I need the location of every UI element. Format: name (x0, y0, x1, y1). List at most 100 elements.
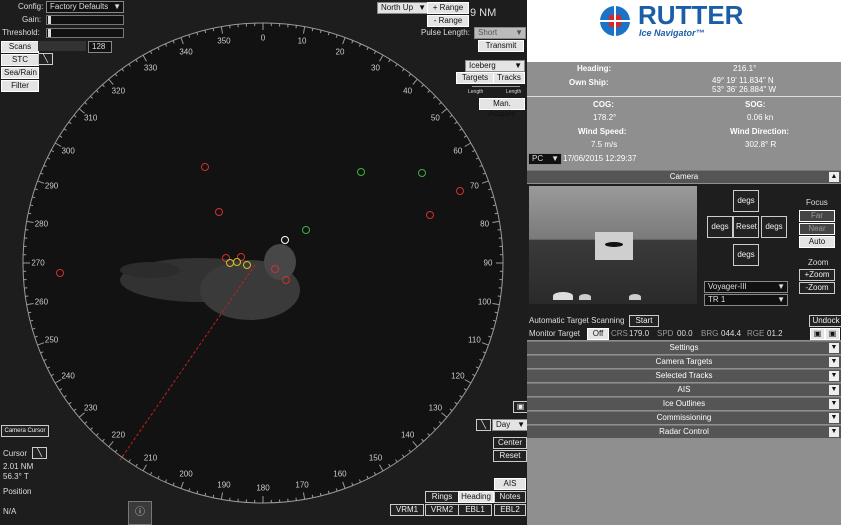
focus-auto-button[interactable]: Auto (799, 236, 835, 248)
chevron-down-icon: ▼ (515, 28, 523, 37)
tracks-button[interactable]: Tracks (493, 72, 525, 84)
pan-left-button[interactable]: degs (707, 216, 733, 238)
gain-slider[interactable] (46, 15, 124, 25)
chevron-down-icon[interactable]: ▼ (829, 371, 839, 381)
pc-dropdown[interactable]: PC ▼ (528, 153, 562, 165)
targets-button[interactable]: Targets (456, 72, 494, 84)
range-up-button[interactable]: + Range (427, 2, 469, 14)
section-header[interactable]: Settings ▼ (527, 341, 841, 354)
orientation-value: North Up (381, 3, 414, 12)
slider-thumb[interactable] (48, 16, 51, 24)
slash-icon[interactable]: ╲ (476, 419, 491, 431)
chevron-down-icon[interactable]: ▼ (829, 399, 839, 409)
monitor-toggle[interactable]: Off (587, 328, 609, 340)
threshold-slider[interactable] (46, 28, 124, 38)
section-header[interactable]: Commissioning ▼ (527, 411, 841, 424)
own-ship-lon: 53° 36' 26.884" W (712, 85, 777, 94)
man-acquire-button[interactable]: Man. Acquire (479, 98, 525, 118)
section-header[interactable]: Radar Control ▼ (527, 425, 841, 438)
bearing-tick (212, 28, 215, 32)
info-icon[interactable]: ⓘ (128, 501, 152, 525)
pan-down-button[interactable]: degs (733, 244, 759, 266)
radar-scope[interactable] (0, 0, 527, 525)
pulse-dropdown[interactable]: Short ▼ (474, 27, 526, 39)
zoom-in-button[interactable]: +Zoom (799, 269, 835, 281)
camera-section-header[interactable]: Camera ▲ (527, 170, 841, 183)
center-button[interactable]: Center (493, 437, 527, 449)
section-header[interactable]: Ice Outlines ▼ (527, 397, 841, 410)
filter-button[interactable]: Filter (1, 80, 39, 92)
bearing-tick (30, 204, 34, 207)
slash-icon[interactable]: ╲ (38, 53, 53, 65)
vrm2-button[interactable]: VRM2 (425, 504, 459, 516)
undock-button[interactable]: Undock (809, 315, 841, 327)
camera-reset-button[interactable]: Reset (733, 216, 759, 238)
focus-near-button[interactable]: Near (799, 223, 835, 235)
chevron-down-icon[interactable]: ▼ (829, 427, 839, 437)
chevron-down-icon: ▼ (418, 3, 426, 12)
config-label: Config: (18, 2, 44, 11)
radar-display[interactable]: 0 10 20 30 40 50 60 70 80 90 100 110 120 130 140 150 160… (0, 0, 527, 525)
day-dropdown[interactable]: Day ▼ (492, 419, 527, 431)
bearing-label: 280 (34, 219, 49, 229)
section-header[interactable]: Camera Targets ▼ (527, 355, 841, 368)
ebl2-button[interactable]: EBL2 (494, 504, 526, 516)
orientation-dropdown[interactable]: North Up ▼ (377, 2, 429, 14)
camera-feed[interactable] (529, 186, 697, 304)
range-down-button[interactable]: - Range (427, 15, 469, 27)
scans-button[interactable]: Scans (1, 41, 39, 53)
ais-toggle[interactable]: AIS (494, 478, 526, 490)
notes-button[interactable]: Notes (494, 491, 526, 503)
heading-value: 216.1° (733, 64, 757, 73)
transmit-button[interactable]: Transmit (478, 40, 524, 52)
chevron-down-icon[interactable]: ▼ (829, 413, 839, 423)
sea-rain-button[interactable]: Sea/Rain (1, 67, 39, 79)
expand-icon[interactable]: ▣ (825, 328, 840, 340)
slash-icon[interactable]: ╲ (32, 447, 47, 459)
camera-select-dropdown[interactable]: Voyager-III ▼ (704, 281, 788, 293)
section-header[interactable]: AIS ▼ (527, 383, 841, 396)
bearing-tick (28, 311, 32, 314)
wind-speed-label: Wind Speed: (578, 127, 627, 136)
ebl1-button[interactable]: EBL1 (458, 504, 492, 516)
focus-far-button[interactable]: Far (799, 210, 835, 222)
camera-cursor-button[interactable]: Camera Cursor (1, 425, 49, 437)
track-select-dropdown[interactable]: TR 1 ▼ (704, 294, 788, 306)
range-value: 9 NM (470, 7, 497, 19)
stc-button[interactable]: STC (1, 54, 39, 66)
zoom-label: Zoom (808, 258, 829, 267)
chevron-down-icon[interactable]: ▼ (829, 385, 839, 395)
chevron-down-icon: ▼ (551, 154, 559, 163)
pan-up-button[interactable]: degs (733, 190, 759, 212)
chevron-down-icon[interactable]: ▼ (829, 357, 839, 367)
zoom-out-button[interactable]: -Zoom (799, 282, 835, 294)
screenshot-icon[interactable]: ▣ (810, 328, 825, 340)
section-header[interactable]: Selected Tracks ▼ (527, 369, 841, 382)
section-list: Settings ▼ Camera Targets ▼ Selected Tracks ▼… (527, 341, 841, 441)
pan-right-button[interactable]: degs (761, 216, 787, 238)
config-dropdown[interactable]: Factory Defaults ▼ (46, 1, 124, 13)
chevron-down-icon: ▼ (517, 420, 525, 429)
start-button[interactable]: Start (629, 315, 659, 327)
bearing-label: 260 (34, 297, 49, 307)
chevron-down-icon: ▼ (514, 61, 522, 70)
slider-thumb[interactable] (48, 29, 51, 37)
chevron-up-icon[interactable]: ▲ (829, 172, 839, 182)
rings-button[interactable]: Rings (425, 491, 459, 503)
chevron-down-icon[interactable]: ▼ (829, 343, 839, 353)
bearing-label: 300 (61, 146, 75, 155)
brg-label: BRG (701, 329, 719, 338)
target-type-dropdown[interactable]: Iceberg ▼ (465, 60, 525, 72)
crs-label: CRS (611, 329, 628, 338)
iceberg-blob (605, 242, 623, 247)
heading-button[interactable]: Heading (458, 491, 494, 503)
bearing-label: 310 (83, 113, 98, 123)
wind-direction-value: 302.8° R (745, 140, 777, 149)
vrm1-button[interactable]: VRM1 (390, 504, 424, 516)
product-name: Ice Navigator™ (639, 28, 705, 38)
lock-icon[interactable]: ▣ (513, 401, 527, 413)
reset-button[interactable]: Reset (493, 450, 527, 462)
bearing-tick (204, 30, 207, 34)
scans-slider[interactable] (38, 41, 86, 51)
heading-label: Heading: (577, 64, 612, 73)
